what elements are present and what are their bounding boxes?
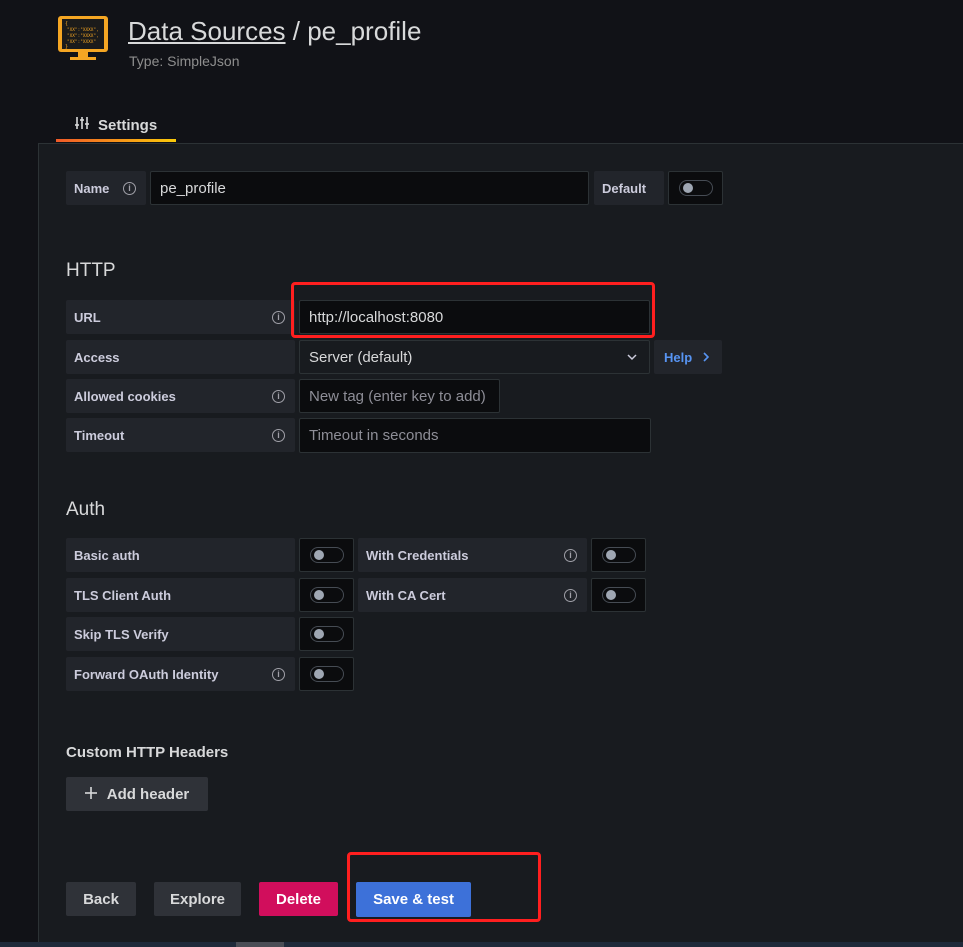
save-test-highlight-box	[347, 852, 541, 922]
with-ca-cert-switch[interactable]	[601, 587, 636, 603]
name-label-text: Name	[74, 180, 110, 196]
breadcrumb-separator: /	[285, 16, 308, 46]
active-tab-indicator	[56, 139, 176, 142]
datasource-type: Type: SimpleJson	[129, 53, 240, 69]
explore-button[interactable]: Explore	[154, 882, 241, 916]
datasource-name-title: pe_profile	[307, 16, 422, 46]
tab-settings[interactable]: Settings	[56, 108, 176, 142]
timeout-label: Timeout i	[66, 418, 295, 452]
svg-text:"XX":"XXXX",: "XX":"XXXX",	[67, 33, 99, 39]
info-icon[interactable]: i	[564, 588, 577, 602]
delete-button[interactable]: Delete	[259, 882, 338, 916]
tab-settings-label: Settings	[98, 116, 158, 134]
sliders-icon	[74, 115, 90, 135]
info-icon[interactable]: i	[564, 548, 577, 562]
with-ca-cert-toggle[interactable]	[591, 578, 646, 612]
name-label: Name i	[66, 171, 146, 205]
skip-tls-verify-toggle[interactable]	[299, 617, 354, 651]
access-select-value: Server (default)	[309, 348, 413, 366]
name-input[interactable]: pe_profile	[150, 171, 589, 205]
basic-auth-switch[interactable]	[309, 547, 344, 563]
skip-tls-verify-switch[interactable]	[309, 626, 344, 642]
tls-client-auth-label: TLS Client Auth	[66, 578, 295, 612]
help-button[interactable]: Help	[654, 340, 722, 374]
with-credentials-label-text: With Credentials	[366, 547, 469, 563]
tls-client-auth-switch[interactable]	[309, 587, 344, 603]
allowed-cookies-label: Allowed cookies i	[66, 379, 295, 413]
with-credentials-switch[interactable]	[601, 547, 636, 563]
with-credentials-toggle[interactable]	[591, 538, 646, 572]
url-label: URL i	[66, 300, 295, 334]
bottom-scrollbar[interactable]	[0, 942, 963, 947]
add-header-button[interactable]: Add header	[66, 777, 208, 811]
allowed-cookies-label-text: Allowed cookies	[74, 388, 176, 404]
info-icon[interactable]: i	[272, 667, 285, 681]
svg-text:}: }	[65, 44, 68, 50]
breadcrumb-data-sources-link[interactable]: Data Sources	[128, 16, 286, 46]
svg-text:"XX":"XXXX": "XX":"XXXX"	[67, 39, 96, 45]
with-ca-cert-label: With CA Cert i	[358, 578, 587, 612]
access-select[interactable]: Server (default)	[299, 340, 650, 374]
url-highlight-box	[291, 282, 655, 338]
svg-text:{: {	[65, 21, 68, 27]
with-credentials-label: With Credentials i	[358, 538, 587, 572]
allowed-cookies-input[interactable]: New tag (enter key to add)	[299, 379, 500, 413]
default-switch[interactable]	[678, 180, 713, 196]
timeout-input[interactable]: Timeout in seconds	[299, 418, 651, 453]
help-label: Help	[664, 349, 693, 365]
auth-section-title: Auth	[66, 499, 106, 520]
custom-headers-title: Custom HTTP Headers	[66, 744, 229, 761]
http-section-title: HTTP	[66, 260, 116, 281]
info-icon[interactable]: i	[272, 310, 285, 324]
chevron-down-icon	[627, 349, 637, 366]
chevron-right-icon	[702, 350, 710, 365]
basic-auth-toggle[interactable]	[299, 538, 354, 572]
with-ca-cert-label-text: With CA Cert	[366, 587, 446, 603]
forward-oauth-switch[interactable]	[309, 666, 344, 682]
add-header-label: Add header	[106, 785, 190, 803]
datasource-logo-icon: { "XX":"XXXX", "XX":"XXXX", "XX":"XXXX" …	[56, 14, 112, 62]
info-icon[interactable]: i	[272, 428, 285, 442]
back-button[interactable]: Back	[66, 882, 136, 916]
forward-oauth-toggle[interactable]	[299, 657, 354, 691]
skip-tls-verify-label: Skip TLS Verify	[66, 617, 295, 651]
url-label-text: URL	[74, 309, 101, 325]
basic-auth-label: Basic auth	[66, 538, 295, 572]
scrollbar-thumb[interactable]	[236, 942, 284, 947]
tls-client-auth-toggle[interactable]	[299, 578, 354, 612]
default-label: Default	[594, 171, 664, 205]
forward-oauth-label-text: Forward OAuth Identity	[74, 666, 219, 682]
page-title: Data Sources / pe_profile	[128, 16, 421, 47]
access-label: Access	[66, 340, 295, 374]
svg-text:"XX":"XXXX",: "XX":"XXXX",	[67, 27, 99, 33]
plus-icon	[84, 786, 97, 803]
timeout-label-text: Timeout	[74, 427, 125, 443]
default-toggle[interactable]	[668, 171, 723, 205]
info-icon[interactable]: i	[272, 389, 285, 403]
forward-oauth-label: Forward OAuth Identity i	[66, 657, 295, 691]
info-icon[interactable]: i	[123, 181, 136, 195]
